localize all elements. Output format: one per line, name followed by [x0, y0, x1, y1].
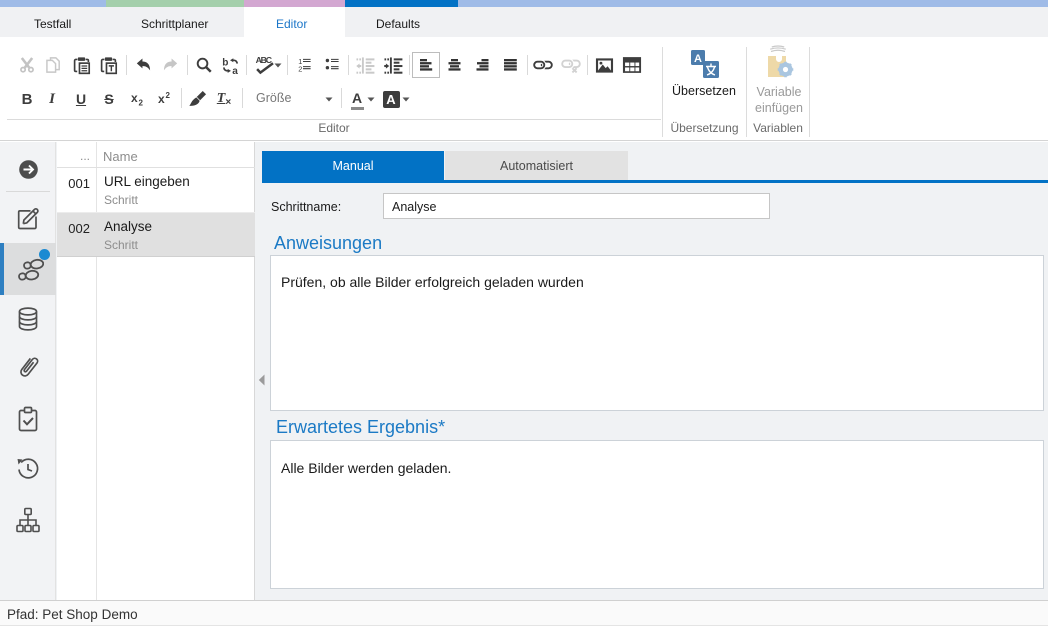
svg-text:b: b [222, 57, 228, 68]
svg-text:ABC: ABC [256, 55, 273, 65]
svg-text:2: 2 [298, 64, 302, 73]
svg-text:A: A [694, 53, 702, 65]
svg-text:x: x [131, 91, 138, 105]
svg-text:2: 2 [139, 99, 144, 108]
svg-text:x: x [158, 92, 165, 106]
svg-text:a: a [232, 65, 238, 74]
svg-text:2: 2 [166, 91, 171, 100]
